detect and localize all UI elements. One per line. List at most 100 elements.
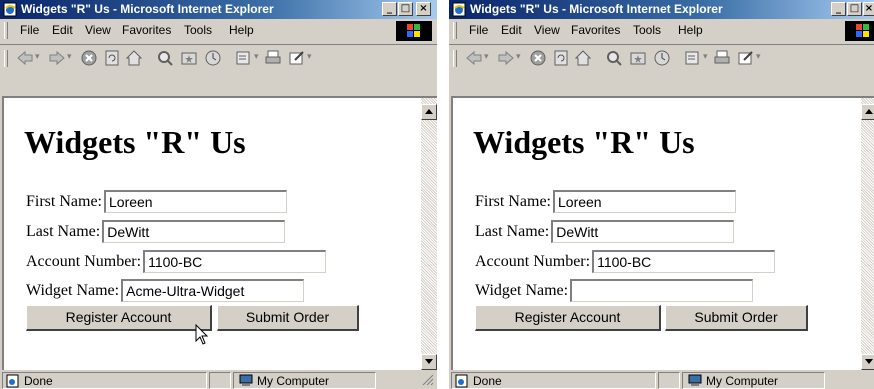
account-number-input[interactable]: [592, 250, 776, 273]
back-icon[interactable]: [16, 49, 34, 67]
toolbar-grip: [453, 50, 457, 67]
last-name-input[interactable]: [551, 220, 735, 243]
menu-tools[interactable]: Tools: [184, 23, 212, 37]
last-name-row: Last Name:: [475, 220, 735, 244]
mail-icon[interactable]: [235, 49, 253, 67]
menu-bar: File Edit View Favorites Tools Help: [449, 19, 874, 42]
print-icon[interactable]: [264, 49, 282, 67]
print-icon[interactable]: [713, 49, 731, 67]
resize-grip[interactable]: [378, 372, 436, 389]
zone-text: My Computer: [706, 374, 779, 388]
menu-favorites[interactable]: Favorites: [571, 23, 620, 37]
edit-dropdown-icon[interactable]: ▾: [307, 51, 312, 62]
close-icon[interactable]: ×: [863, 2, 874, 16]
menu-view[interactable]: View: [534, 23, 560, 37]
vertical-scrollbar[interactable]: [861, 98, 874, 370]
widget-name-input[interactable]: [121, 279, 305, 302]
page-viewport: Widgets "R" Us First Name: Last Name: Ac…: [451, 96, 874, 370]
back-icon[interactable]: [465, 49, 483, 67]
menu-bar: File Edit View Favorites Tools Help: [0, 19, 437, 42]
status-panel-2: [658, 372, 680, 389]
favorites-icon[interactable]: [180, 49, 198, 67]
minimize-icon[interactable]: _: [831, 2, 846, 16]
menu-view[interactable]: View: [85, 23, 111, 37]
last-name-row: Last Name:: [26, 220, 286, 244]
menu-favorites[interactable]: Favorites: [122, 23, 171, 37]
first-name-input[interactable]: [104, 190, 287, 213]
status-bar: Done My Computer: [449, 370, 874, 389]
edit-icon[interactable]: [288, 49, 306, 67]
submit-order-button[interactable]: Submit Order: [665, 305, 808, 331]
status-panel-2: [209, 372, 231, 389]
home-icon[interactable]: [125, 49, 143, 67]
first-name-label: First Name:: [475, 192, 551, 210]
toolbar: ▾ ▾ ▾ ▾: [449, 44, 874, 71]
first-name-row: First Name:: [475, 190, 736, 214]
history-icon[interactable]: [204, 49, 222, 67]
page-heading: Widgets "R" Us: [24, 124, 246, 160]
forward-dropdown-icon[interactable]: ▾: [516, 51, 521, 62]
account-number-label: Account Number:: [475, 252, 591, 270]
mail-dropdown-icon[interactable]: ▾: [703, 51, 708, 62]
widget-name-label: Widget Name:: [475, 281, 569, 299]
forward-dropdown-icon[interactable]: ▾: [67, 51, 72, 62]
register-account-button[interactable]: Register Account: [475, 305, 661, 331]
widget-name-input[interactable]: [570, 279, 754, 302]
scroll-down-button[interactable]: [421, 354, 437, 370]
menu-help[interactable]: Help: [678, 23, 703, 37]
title-bar[interactable]: Widgets "R" Us - Microsoft Internet Expl…: [449, 0, 874, 19]
search-icon[interactable]: [156, 49, 174, 67]
search-icon[interactable]: [605, 49, 623, 67]
first-name-label: First Name:: [26, 192, 102, 210]
mail-icon[interactable]: [684, 49, 702, 67]
forward-icon[interactable]: [497, 49, 515, 67]
minimize-icon[interactable]: _: [382, 2, 397, 16]
scroll-up-button[interactable]: [861, 104, 874, 120]
vertical-scrollbar[interactable]: [421, 98, 437, 370]
menu-edit[interactable]: Edit: [52, 23, 73, 37]
stop-icon[interactable]: [80, 49, 98, 67]
forward-icon[interactable]: [48, 49, 66, 67]
back-dropdown-icon[interactable]: ▾: [484, 51, 489, 62]
menu-file[interactable]: File: [20, 23, 39, 37]
scroll-down-button[interactable]: [861, 354, 874, 370]
title-bar[interactable]: Widgets "R" Us - Microsoft Internet Expl…: [0, 0, 437, 19]
account-number-row: Account Number:: [475, 250, 776, 274]
menu-help[interactable]: Help: [229, 23, 254, 37]
ie-page-icon: [452, 2, 466, 17]
stop-icon[interactable]: [529, 49, 547, 67]
maximize-icon[interactable]: □: [398, 2, 413, 16]
windows-flag-icon: [845, 21, 874, 41]
status-text: Done: [24, 374, 53, 388]
close-icon[interactable]: ×: [416, 2, 431, 16]
mail-dropdown-icon[interactable]: ▾: [254, 51, 259, 62]
favorites-icon[interactable]: [629, 49, 647, 67]
menu-tools[interactable]: Tools: [633, 23, 661, 37]
page-done-icon: [455, 374, 468, 388]
zone-text: My Computer: [257, 374, 330, 388]
edit-dropdown-icon[interactable]: ▾: [756, 51, 761, 62]
account-number-input[interactable]: [143, 250, 327, 273]
back-dropdown-icon[interactable]: ▾: [35, 51, 40, 62]
first-name-input[interactable]: [553, 190, 736, 213]
maximize-icon[interactable]: □: [847, 2, 862, 16]
register-account-button[interactable]: Register Account: [26, 305, 212, 331]
widget-name-row: Widget Name:: [475, 279, 754, 303]
status-zone-panel: My Computer: [233, 372, 376, 389]
refresh-icon[interactable]: [103, 49, 121, 67]
menu-file[interactable]: File: [469, 23, 488, 37]
refresh-icon[interactable]: [552, 49, 570, 67]
scroll-up-button[interactable]: [421, 104, 437, 120]
last-name-input[interactable]: [102, 220, 286, 243]
windows-flag-icon: [396, 21, 432, 41]
status-main-panel: Done: [451, 372, 656, 389]
edit-icon[interactable]: [737, 49, 755, 67]
home-icon[interactable]: [574, 49, 592, 67]
menu-edit[interactable]: Edit: [501, 23, 522, 37]
submit-order-button[interactable]: Submit Order: [217, 305, 359, 331]
ie-page-icon: [3, 2, 17, 17]
last-name-label: Last Name:: [475, 222, 550, 240]
toolbar-grip: [4, 50, 8, 67]
history-icon[interactable]: [653, 49, 671, 67]
menu-grip: [4, 22, 8, 39]
